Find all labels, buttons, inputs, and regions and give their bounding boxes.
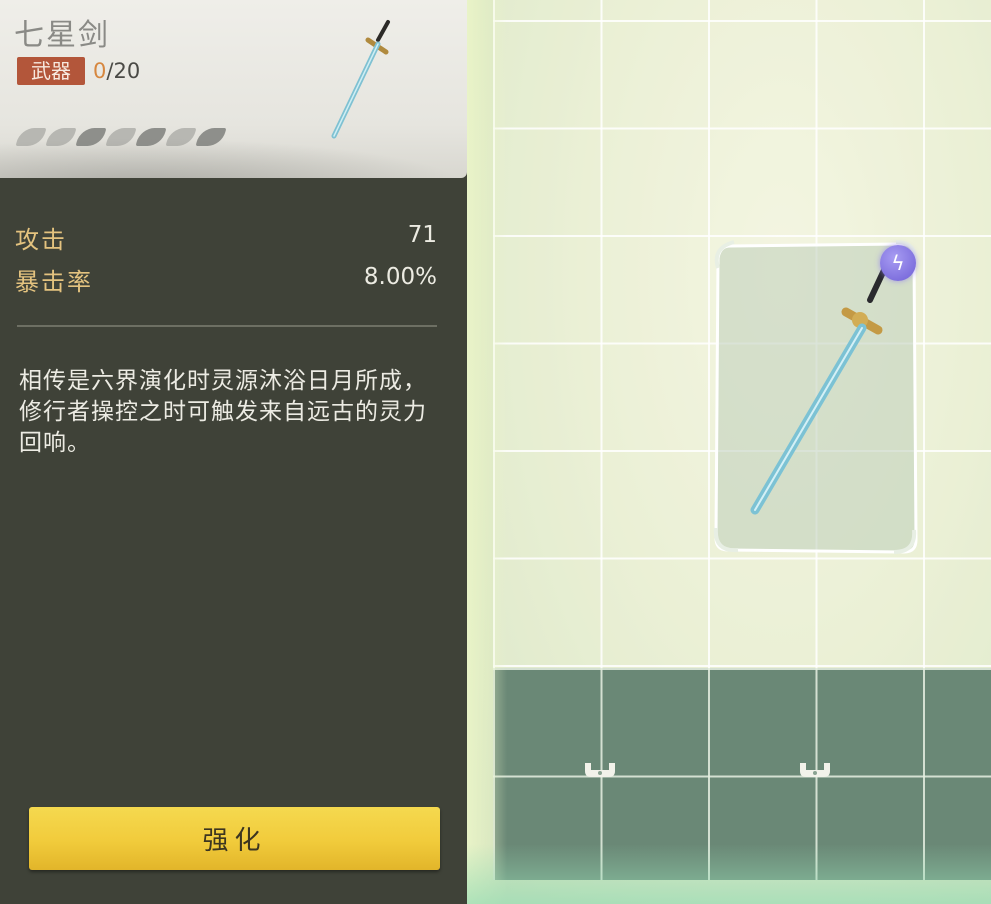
refine-pip	[75, 128, 107, 146]
item-description: 相传是六界演化时灵源沐浴日月所成，修行者操控之时可触发来自远古的灵力回响。	[19, 368, 427, 456]
stat-value: 71	[407, 222, 437, 248]
stat-row-crit-rate: 暴击率 8.00%	[15, 262, 437, 304]
equipped-item-card[interactable]	[710, 238, 920, 555]
enhance-button[interactable]: 强化	[29, 807, 440, 870]
lightning-element-icon: ϟ	[880, 245, 916, 281]
item-level-current: 0	[93, 59, 107, 83]
refine-pip	[165, 128, 197, 146]
item-name: 七星剑	[14, 18, 110, 53]
divider	[17, 325, 437, 327]
refine-pip	[195, 128, 227, 146]
item-type-badge: 武器	[17, 57, 85, 85]
item-level: 0/20	[93, 57, 140, 85]
item-header-card: 七星剑 武器 0/20	[0, 0, 467, 178]
inventory-area: ϟ	[467, 0, 991, 904]
item-level-max: 20	[113, 59, 141, 83]
stat-label: 攻击	[15, 226, 67, 254]
item-detail-panel: 七星剑 武器 0/20 攻击 71 暴击率 8.00% 相传是六界演化时灵源沐浴…	[0, 0, 467, 904]
socket-lock-icon	[800, 763, 830, 777]
stat-row-attack: 攻击 71	[15, 220, 437, 262]
socket-lock-icon	[585, 763, 615, 777]
stats-list: 攻击 71 暴击率 8.00%	[15, 220, 437, 304]
refine-pip	[105, 128, 137, 146]
sword-thumbnail-icon	[331, 20, 390, 139]
refine-pip	[45, 128, 77, 146]
refine-pip	[15, 128, 47, 146]
edge-glow	[467, 0, 507, 904]
stat-value: 8.00%	[363, 264, 437, 290]
bottom-glow	[467, 844, 991, 904]
stat-label: 暴击率	[15, 268, 93, 296]
refine-pip	[135, 128, 167, 146]
refine-pips	[15, 128, 227, 146]
